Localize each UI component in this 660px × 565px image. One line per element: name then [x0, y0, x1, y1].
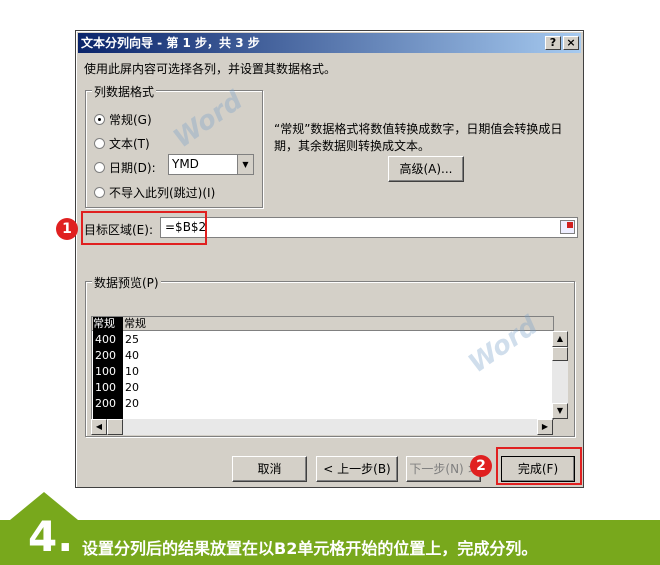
preview-header-col2[interactable]: 常规: [123, 317, 146, 331]
date-format-select[interactable]: YMD ▼: [168, 154, 254, 175]
format-description: “常规”数据格式将数值转换成数字，日期值会转换成日期，其余数据则转换成文本。: [274, 122, 563, 153]
radio-text-label: 文本(T): [109, 137, 150, 151]
preview-header-col1[interactable]: 常规: [93, 317, 123, 331]
radio-icon: [94, 114, 105, 125]
preview-cell: 25: [125, 333, 139, 346]
range-select-icon[interactable]: [560, 220, 575, 234]
preview-cell: 200: [95, 349, 116, 362]
radio-skip-label: 不导入此列(跳过)(I): [109, 186, 216, 200]
cancel-button[interactable]: 取消: [232, 456, 307, 482]
scroll-thumb[interactable]: [552, 347, 568, 361]
radio-text[interactable]: 文本(T): [94, 135, 150, 152]
preview-cell: 20: [125, 381, 139, 394]
radio-skip[interactable]: 不导入此列(跳过)(I): [94, 184, 215, 201]
finish-highlight: [496, 447, 582, 485]
step-badge-2: 2: [470, 455, 492, 477]
instruction-text: 使用此屏内容可选择各列，并设置其数据格式。: [84, 62, 337, 76]
preview-cell: 100: [95, 381, 116, 394]
data-preview-title: 数据预览(P): [92, 274, 161, 291]
date-format-value: YMD: [172, 157, 199, 171]
step-number: 4.: [28, 512, 74, 561]
close-button[interactable]: ×: [563, 36, 579, 50]
preview-cell: 40: [125, 349, 139, 362]
preview-header-row: [92, 317, 553, 331]
footer-caption: 设置分列后的结果放置在以B2单元格开始的位置上，完成分列。: [82, 539, 538, 558]
scroll-left-icon[interactable]: ◀: [91, 419, 107, 435]
preview-vertical-scrollbar[interactable]: ▲ ▼: [552, 331, 568, 419]
preview-cell: 100: [95, 365, 116, 378]
chevron-down-icon[interactable]: ▼: [237, 155, 253, 174]
preview-cell: 10: [125, 365, 139, 378]
preview-cell: 400: [95, 333, 116, 346]
preview-horizontal-scrollbar[interactable]: ◀ ▶: [91, 419, 553, 435]
destination-highlight: [81, 211, 207, 245]
radio-icon: [94, 162, 105, 173]
radio-date[interactable]: 日期(D):: [94, 159, 156, 176]
destination-input[interactable]: =$B$2: [160, 217, 578, 238]
text-to-columns-dialog: 文本分列向导 - 第 1 步，共 3 步 ? × 使用此屏内容可选择各列，并设置…: [75, 30, 584, 488]
help-button[interactable]: ?: [545, 36, 561, 50]
advanced-button[interactable]: 高级(A)...: [388, 156, 464, 182]
step-badge-1: 1: [56, 218, 78, 240]
scroll-thumb[interactable]: [107, 419, 123, 435]
preview-cell: 200: [95, 397, 116, 410]
radio-icon: [94, 138, 105, 149]
scroll-down-icon[interactable]: ▼: [552, 403, 568, 419]
scroll-right-icon[interactable]: ▶: [537, 419, 553, 435]
back-button[interactable]: < 上一步(B): [316, 456, 398, 482]
preview-cell: 20: [125, 397, 139, 410]
radio-general[interactable]: 常规(G): [94, 111, 152, 128]
scroll-up-icon[interactable]: ▲: [552, 331, 568, 347]
column-format-title: 列数据格式: [92, 83, 157, 100]
radio-date-label: 日期(D):: [109, 161, 156, 175]
dialog-title: 文本分列向导 - 第 1 步，共 3 步: [81, 36, 260, 50]
dialog-titlebar: 文本分列向导 - 第 1 步，共 3 步 ? ×: [78, 33, 581, 53]
radio-icon: [94, 187, 105, 198]
radio-general-label: 常规(G): [109, 113, 152, 127]
